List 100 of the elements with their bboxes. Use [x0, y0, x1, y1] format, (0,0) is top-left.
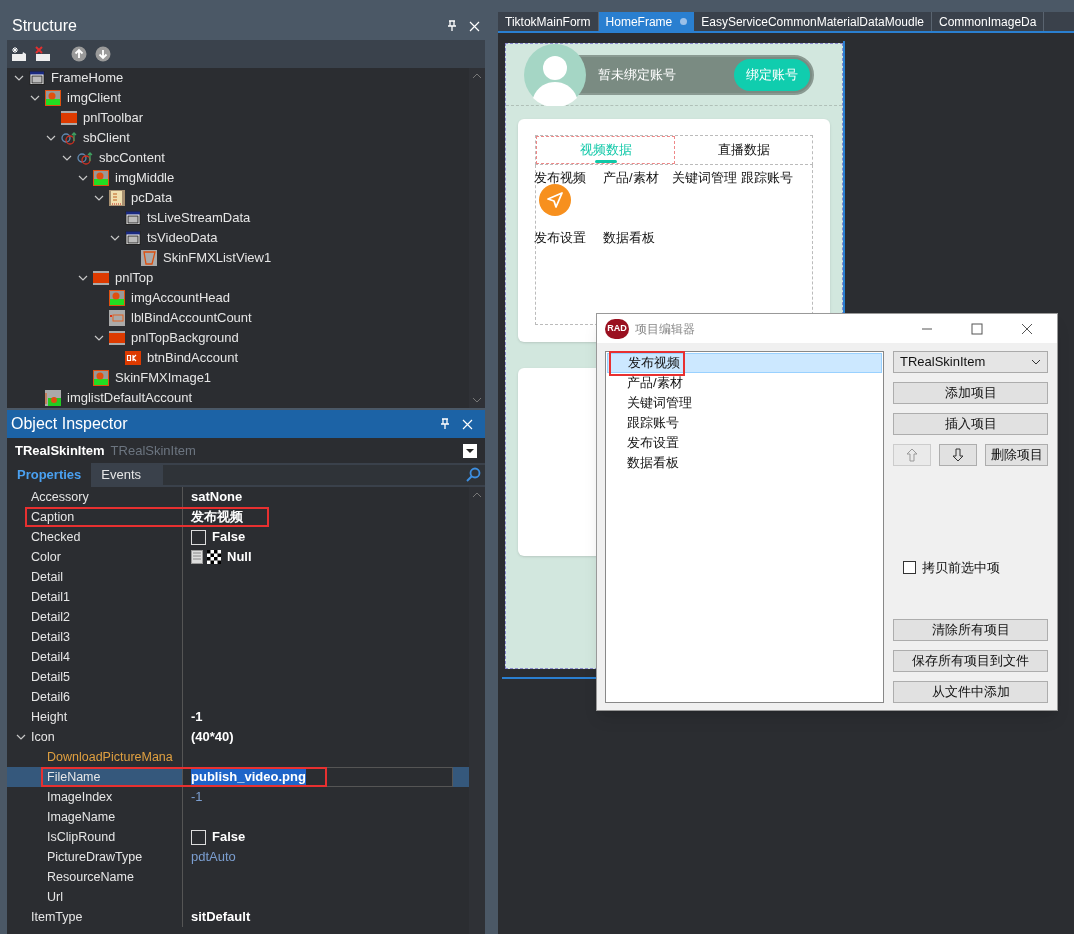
search-icon[interactable]	[465, 467, 481, 483]
list-item[interactable]: 跟踪账号	[607, 413, 882, 433]
delete-item-button[interactable]: 删除项目	[985, 444, 1048, 466]
property-name: Url	[47, 888, 63, 906]
tree-item[interactable]: imglistDefaultAccount	[7, 388, 469, 408]
tree-item[interactable]: btnBindAccount	[7, 348, 469, 368]
scroll-up-icon[interactable]	[472, 491, 482, 499]
maximize-icon[interactable]	[971, 322, 983, 335]
tree-item[interactable]: sbClient	[7, 128, 469, 148]
tree-item[interactable]: pnlTopBackground	[7, 328, 469, 348]
image-list-icon	[45, 390, 61, 406]
tree-label: tsVideoData	[147, 229, 218, 248]
property-name: Color	[31, 548, 61, 566]
tree-label: SkinFMXImage1	[115, 369, 212, 388]
dropdown-icon[interactable]	[463, 443, 477, 458]
document-tab[interactable]: EasyServiceCommonMaterialDataMoudle	[694, 12, 933, 31]
property-name: Accessory	[31, 488, 89, 506]
document-tab[interactable]: TiktokMainForm	[498, 12, 599, 31]
scrollbar[interactable]	[469, 487, 485, 934]
object-name: TRealSkinItem	[15, 441, 105, 460]
window-icon	[125, 210, 141, 226]
tree-item[interactable]: tsLiveStreamData	[7, 208, 469, 228]
type-select[interactable]: TRealSkinItem	[893, 351, 1048, 373]
data-tab[interactable]: 直播数据	[675, 136, 812, 164]
scrollbox-icon	[77, 150, 93, 166]
property-row[interactable]: Color Null	[7, 547, 469, 567]
action-button[interactable]: 保存所有项目到文件	[893, 650, 1048, 672]
tree-item[interactable]: imgMiddle	[7, 168, 469, 188]
panel-icon	[61, 110, 77, 126]
tree-item[interactable]: lblBindAccountCount	[7, 308, 469, 328]
tree-item[interactable]: sbcContent	[7, 148, 469, 168]
menu-item[interactable]: 发布设置	[534, 230, 586, 245]
menu-item[interactable]: 跟踪账号	[741, 170, 793, 185]
panel-title: Object Inspector	[11, 414, 128, 434]
tree-item[interactable]: pnlTop	[7, 268, 469, 288]
inspector-tab[interactable]: Events	[91, 463, 152, 487]
item-list[interactable]: 发布视频 产品/素材 关键词管理 跟踪账号 发布设置 数据看板	[605, 351, 884, 703]
scroll-down-icon[interactable]	[472, 396, 482, 404]
list-item[interactable]: 数据看板	[607, 453, 882, 473]
insert-item-button[interactable]: 插入项目	[893, 413, 1048, 435]
list-item[interactable]: 产品/素材	[607, 373, 882, 393]
document-tab[interactable]: HomeFrame	[598, 12, 695, 31]
list-item[interactable]: 发布视频	[607, 353, 882, 373]
tree-item[interactable]: SkinFMXImage1	[7, 368, 469, 388]
action-button[interactable]: 清除所有项目	[893, 619, 1048, 641]
color-swatch-icon	[191, 550, 221, 564]
list-view-icon	[141, 250, 157, 266]
move-down-icon[interactable]	[95, 46, 111, 62]
tree-item[interactable]: FrameHome	[7, 68, 469, 88]
menu-item[interactable]: 数据看板	[603, 230, 655, 245]
tree-label: SkinFMXListView1	[163, 249, 272, 268]
property-value: False	[212, 828, 246, 847]
panel-title: Structure	[12, 16, 77, 36]
document-tab[interactable]: CommonImageDa	[932, 12, 1045, 31]
chevron-down-icon	[1031, 358, 1041, 366]
image-icon	[93, 370, 109, 386]
action-button[interactable]: 从文件中添加	[893, 681, 1048, 703]
scroll-up-icon[interactable]	[472, 72, 482, 80]
list-item[interactable]: 关键词管理	[607, 393, 882, 413]
tree-item[interactable]: tsVideoData	[7, 228, 469, 248]
search-field[interactable]	[163, 465, 485, 485]
tree-item[interactable]: SkinFMXListView1	[7, 248, 469, 268]
menu-item[interactable]: 产品/素材	[603, 170, 659, 185]
move-up-icon[interactable]	[71, 46, 87, 62]
property-name: Caption	[31, 508, 75, 526]
pin-icon[interactable]	[440, 418, 450, 430]
tree-item[interactable]: pnlToolbar	[7, 108, 469, 128]
property-name: Detail4	[31, 648, 70, 666]
property-value: Null	[227, 548, 252, 567]
property-name: Detail	[31, 568, 63, 586]
move-down-button[interactable]	[939, 444, 977, 466]
property-name: Detail3	[31, 628, 70, 646]
tree-label: tsLiveStreamData	[147, 209, 251, 228]
menu-item[interactable]: 发布视频	[534, 170, 586, 185]
tree-item[interactable]: pcData	[7, 188, 469, 208]
scrollbar[interactable]	[469, 68, 485, 408]
inspector-tab[interactable]: Properties	[7, 463, 92, 487]
property-name: ItemType	[31, 908, 83, 926]
add-item-button[interactable]: 添加项目	[893, 382, 1048, 404]
property-name: Detail1	[31, 588, 70, 606]
tree-label: pnlToolbar	[83, 109, 143, 128]
tree-item[interactable]: imgClient	[7, 88, 469, 108]
checkbox[interactable]	[903, 561, 916, 575]
list-item[interactable]: 发布设置	[607, 433, 882, 453]
menu-item[interactable]: 关键词管理	[672, 170, 737, 185]
delete-item-icon[interactable]	[35, 46, 51, 62]
tree-label: lblBindAccountCount	[131, 309, 252, 328]
add-item-icon[interactable]	[11, 46, 27, 62]
tree-item[interactable]: imgAccountHead	[7, 288, 469, 308]
ok-button-icon	[125, 350, 141, 366]
property-name: FileName	[47, 768, 101, 786]
close-icon[interactable]	[1021, 322, 1033, 335]
tree-label: pnlTop	[115, 269, 154, 288]
property-name: Checked	[31, 528, 81, 546]
property-row[interactable]: Caption 发布视频	[7, 507, 469, 527]
send-icon	[539, 184, 571, 216]
copy-checkbox[interactable]: 拷贝前选中项	[893, 558, 1048, 578]
panel-icon	[93, 270, 109, 286]
pin-icon[interactable]	[447, 20, 457, 32]
panel-icon	[109, 330, 125, 346]
